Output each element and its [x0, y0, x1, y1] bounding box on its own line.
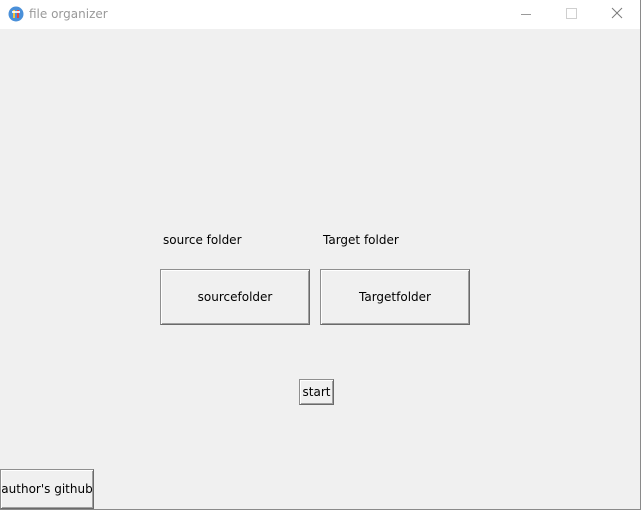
target-folder-button-label: Targetfolder — [359, 290, 431, 304]
minimize-button[interactable] — [503, 0, 548, 29]
author-github-button-label: author's github — [1, 482, 93, 496]
window-title: file organizer — [29, 7, 108, 21]
target-folder-button[interactable]: Targetfolder — [320, 269, 470, 325]
target-folder-label: Target folder — [323, 233, 399, 247]
source-folder-button-label: sourcefolder — [197, 290, 273, 304]
maximize-button[interactable] — [548, 0, 593, 29]
maximize-icon — [566, 8, 577, 19]
title-bar[interactable]: file organizer — [0, 0, 640, 29]
source-folder-button[interactable]: sourcefolder — [160, 269, 310, 325]
start-button[interactable]: start — [299, 379, 334, 405]
close-icon — [611, 7, 623, 19]
close-button[interactable] — [594, 0, 639, 29]
start-button-label: start — [302, 385, 331, 399]
source-folder-label: source folder — [163, 233, 242, 247]
minimize-icon — [521, 14, 531, 15]
app-window: file organizer source folder Target fold… — [0, 0, 641, 510]
author-github-button[interactable]: author's github — [0, 469, 94, 509]
app-icon — [8, 6, 24, 22]
